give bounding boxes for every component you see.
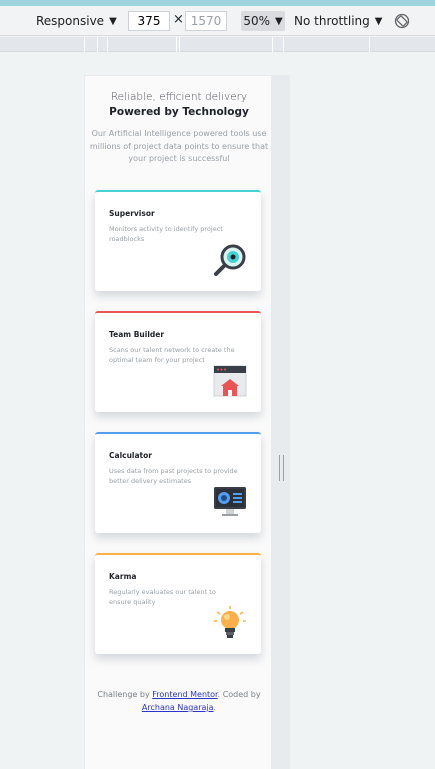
- width-input[interactable]: 375: [128, 11, 170, 31]
- card-title: Karma: [109, 572, 137, 581]
- frontend-mentor-link[interactable]: Frontend Mentor: [152, 690, 217, 699]
- card-description: Monitors activity to identify project ro…: [109, 225, 223, 243]
- hero-title: Powered by Technology: [109, 106, 249, 118]
- card-description: Regularly evaluates our talent to ensure…: [109, 588, 216, 606]
- scroll-gutter: [272, 75, 290, 769]
- card-supervisor: Supervisor Monitors activity to identify…: [95, 190, 261, 291]
- card-description: Scans our talent network to create the o…: [109, 346, 235, 364]
- calculator-icon: [214, 487, 246, 516]
- page-viewport: Reliable, efficient delivery Powered by …: [84, 75, 272, 769]
- team-builder-icon: [213, 365, 247, 397]
- rotate-icon[interactable]: [394, 13, 410, 29]
- chevron-down-icon: ▼: [109, 15, 117, 27]
- hero-subtitle: Reliable, efficient delivery: [110, 91, 248, 103]
- footer-prefix: Challenge by: [97, 690, 153, 699]
- footer-suffix: .: [213, 703, 217, 712]
- height-input[interactable]: 1570: [185, 11, 227, 31]
- ruler-tick: [97, 37, 98, 52]
- ruler-tick: [176, 37, 177, 52]
- ruler-tick: [272, 37, 273, 52]
- device-select[interactable]: Responsive ▼: [36, 11, 117, 31]
- ruler-tick: [179, 37, 180, 52]
- chevron-down-icon: ▼: [374, 15, 383, 27]
- ruler-tick: [107, 37, 108, 52]
- ruler-tick: [369, 37, 370, 52]
- card-title: Calculator: [109, 451, 152, 460]
- attribution-footer: Challenge by Frontend Mentor. Coded by A…: [85, 688, 273, 714]
- footer-middle: . Coded by: [217, 690, 261, 699]
- hero-description: Our Artificial Intelligence powered tool…: [89, 129, 269, 163]
- device-canvas: Reliable, efficient delivery Powered by …: [0, 52, 435, 769]
- throttle-label: No throttling: [294, 14, 370, 28]
- card-title: Supervisor: [109, 209, 155, 218]
- author-link[interactable]: Archana Nagaraja: [142, 703, 214, 712]
- card-description: Uses data from past projects to provide …: [109, 467, 238, 485]
- resize-handle[interactable]: [279, 455, 284, 481]
- ruler-tick: [283, 37, 284, 52]
- throttle-select[interactable]: No throttling ▼: [294, 11, 382, 31]
- card-calculator: Calculator Uses data from past projects …: [95, 432, 261, 533]
- media-query-ruler[interactable]: [0, 37, 435, 52]
- devtools-device-toolbar: Responsive ▼ 375 × 1570 50% ▼ No throttl…: [0, 6, 435, 36]
- hero-section: Reliable, efficient delivery Powered by …: [85, 91, 273, 166]
- chevron-down-icon: ▼: [274, 15, 283, 27]
- zoom-label: 50%: [243, 14, 270, 28]
- magnifier-icon: [214, 244, 246, 276]
- card-karma: Karma Regularly evaluates our talent to …: [95, 553, 261, 654]
- ruler-tick: [84, 37, 85, 52]
- zoom-select[interactable]: 50% ▼: [241, 11, 285, 31]
- dimension-separator: ×: [173, 12, 184, 27]
- card-team-builder: Team Builder Scans our talent network to…: [95, 311, 261, 412]
- device-label: Responsive: [36, 14, 105, 28]
- card-title: Team Builder: [109, 330, 165, 339]
- lightbulb-icon: [214, 606, 246, 638]
